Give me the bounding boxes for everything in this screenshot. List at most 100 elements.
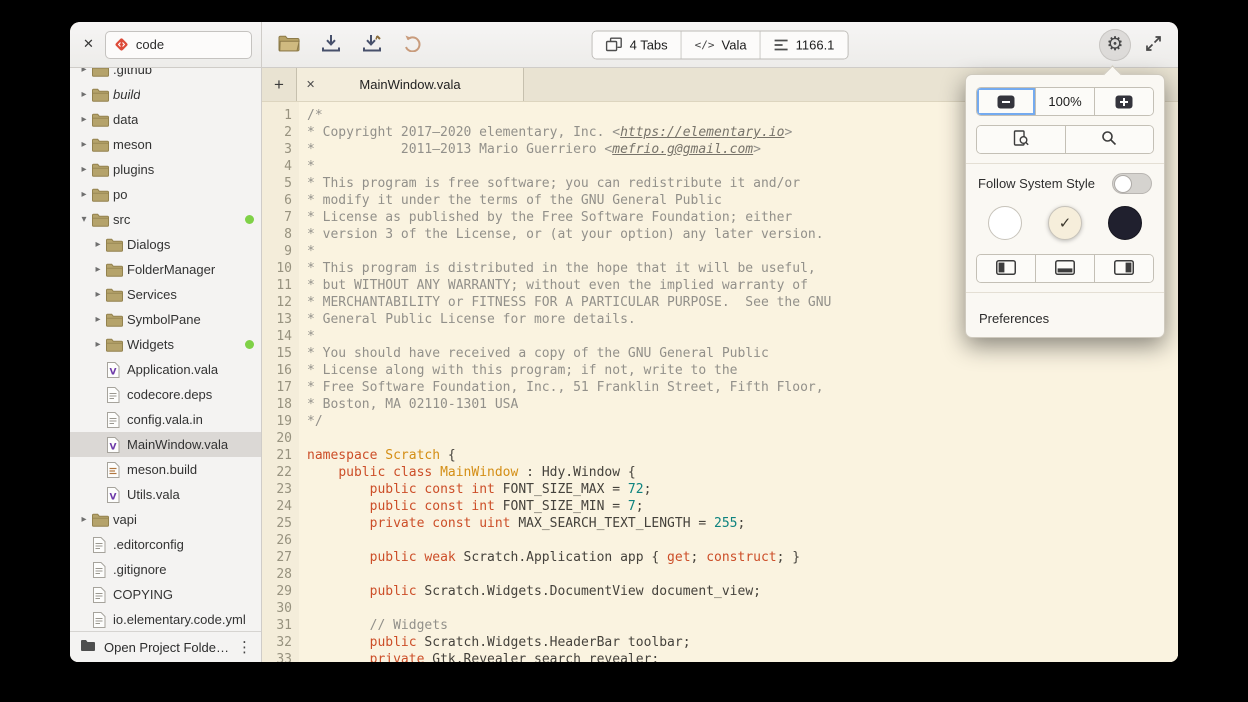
expand-icon[interactable]: ▸	[76, 68, 92, 75]
tree-item-application-vala[interactable]: VApplication.vala	[70, 357, 261, 382]
tree-item-config-vala-in[interactable]: config.vala.in	[70, 407, 261, 432]
tree-item-io-elementary-code-yml[interactable]: io.elementary.code.yml	[70, 607, 261, 631]
tree-item-meson-build[interactable]: meson.build	[70, 457, 261, 482]
expand-icon[interactable]: ▸	[76, 89, 92, 100]
expand-icon[interactable]: ▸	[90, 314, 106, 325]
window-close-button[interactable]: ✕	[81, 35, 96, 54]
folder-icon	[106, 238, 126, 252]
tabs-overview-button[interactable]: 4 Tabs	[593, 31, 682, 58]
tab-close-button[interactable]: ✕	[306, 78, 315, 91]
tree-item-label: COPYING	[113, 587, 173, 602]
new-tab-button[interactable]: +	[262, 68, 296, 101]
tree-item-codecore-deps[interactable]: codecore.deps	[70, 382, 261, 407]
toolbar-left-group	[276, 32, 424, 57]
project-chooser-button[interactable]: code	[105, 31, 252, 59]
popover-separator	[966, 292, 1164, 293]
tree-item--github[interactable]: ▸.github	[70, 68, 261, 82]
language-button[interactable]: </> Vala	[682, 31, 761, 58]
preferences-button[interactable]: Preferences	[966, 302, 1164, 337]
line-number: 3	[262, 141, 292, 158]
toggle-right-panel-button[interactable]	[1095, 255, 1153, 282]
expand-icon[interactable]: ▸	[76, 139, 92, 150]
expand-icon[interactable]: ▸	[76, 114, 92, 125]
tree-item-dialogs[interactable]: ▸Dialogs	[70, 232, 261, 257]
expand-icon[interactable]: ▸	[90, 339, 106, 350]
expand-icon[interactable]: ▸	[90, 289, 106, 300]
toggle-sidebar-button[interactable]	[977, 255, 1036, 282]
expand-icon[interactable]: ▸	[76, 164, 92, 175]
text-file-icon	[92, 587, 112, 603]
expand-icon[interactable]: ▸	[90, 239, 106, 250]
line-number: 1	[262, 107, 292, 124]
settings-button[interactable]: ⚙	[1099, 29, 1131, 61]
tree-item-meson[interactable]: ▸meson	[70, 132, 261, 157]
default-style-button[interactable]: ✓	[1048, 206, 1082, 240]
zoom-out-button[interactable]	[977, 88, 1036, 115]
line-number: 33	[262, 651, 292, 662]
line-number: 17	[262, 379, 292, 396]
goto-line-button[interactable]: 1166.1	[761, 31, 848, 58]
tree-item-src[interactable]: ▾src	[70, 207, 261, 232]
tree-item-vapi[interactable]: ▸vapi	[70, 507, 261, 532]
code-line: * License along with this program; if no…	[307, 362, 1178, 379]
tree-item--editorconfig[interactable]: .editorconfig	[70, 532, 261, 557]
tree-item-mainwindow-vala[interactable]: VMainWindow.vala	[70, 432, 261, 457]
line-column-label: 1166.1	[796, 37, 835, 52]
tree-item-build[interactable]: ▸build	[70, 82, 261, 107]
tab-mainwindow-vala[interactable]: ✕ MainWindow.vala	[296, 68, 524, 101]
vala-file-icon: V	[106, 362, 126, 378]
tree-item-services[interactable]: ▸ Services	[70, 282, 261, 307]
code-line: public const int FONT_SIZE_MAX = 72;	[307, 481, 1178, 498]
sidebar-footer: Open Project Folder… ⋮	[70, 631, 261, 662]
folder-icon	[92, 68, 112, 77]
main-toolbar: 4 Tabs </> Vala 1166.1	[262, 22, 1178, 67]
tree-item-foldermanager[interactable]: ▸FolderManager	[70, 257, 261, 282]
text-file-icon	[92, 612, 112, 628]
expand-icon[interactable]: ▸	[76, 514, 92, 525]
toolbar-center-group: 4 Tabs </> Vala 1166.1	[592, 30, 849, 59]
expand-icon[interactable]: ▸	[90, 264, 106, 275]
code-line	[307, 600, 1178, 617]
tree-item-copying[interactable]: COPYING	[70, 582, 261, 607]
right-panel-icon	[1114, 260, 1134, 278]
fullscreen-button[interactable]	[1143, 33, 1164, 57]
follow-system-style-switch[interactable]	[1112, 173, 1152, 194]
search-button[interactable]	[1066, 126, 1154, 153]
follow-system-style-label: Follow System Style	[978, 176, 1095, 191]
save-as-button[interactable]	[360, 32, 384, 57]
line-number: 16	[262, 362, 292, 379]
tree-item-label: Services	[127, 287, 177, 302]
tree-item-symbolpane[interactable]: ▸SymbolPane	[70, 307, 261, 332]
tree-item-utils-vala[interactable]: VUtils.vala	[70, 482, 261, 507]
zoom-in-button[interactable]	[1095, 88, 1153, 115]
revert-button[interactable]	[401, 32, 424, 57]
tree-item--gitignore[interactable]: .gitignore	[70, 557, 261, 582]
tree-item-widgets[interactable]: ▸ Widgets	[70, 332, 261, 357]
tree-item-label: .editorconfig	[113, 537, 184, 552]
collapse-icon[interactable]: ▾	[76, 214, 92, 225]
toggle-bottom-panel-button[interactable]	[1036, 255, 1095, 282]
dark-style-button[interactable]	[1108, 206, 1142, 240]
tree-item-po[interactable]: ▸po	[70, 182, 261, 207]
folder-icon	[92, 138, 112, 152]
light-style-button[interactable]	[988, 206, 1022, 240]
open-file-button[interactable]	[276, 32, 302, 57]
folder-icon	[106, 263, 126, 277]
headerbar: ✕ code	[70, 22, 1178, 68]
panel-toggle-group	[976, 254, 1154, 283]
save-button[interactable]	[319, 32, 343, 57]
code-line: private Gtk.Revealer search_revealer;	[307, 651, 1178, 662]
tree-item-label: codecore.deps	[127, 387, 212, 402]
left-panel-icon	[996, 260, 1016, 278]
tree-item-plugins[interactable]: ▸ plugins	[70, 157, 261, 182]
zoom-reset-button[interactable]: 100%	[1036, 88, 1095, 115]
project-options-menu-button[interactable]: ⋮	[232, 638, 257, 656]
expand-icon[interactable]: ▸	[76, 189, 92, 200]
code-line: * Boston, MA 02110-1301 USA	[307, 396, 1178, 413]
tree-item-label: Widgets	[127, 337, 174, 352]
svg-text:V: V	[110, 442, 117, 452]
tree-item-label: plugins	[113, 162, 154, 177]
tree-item-data[interactable]: ▸data	[70, 107, 261, 132]
open-project-folder-button[interactable]: Open Project Folder…	[72, 639, 232, 655]
find-in-page-button[interactable]	[977, 126, 1066, 153]
